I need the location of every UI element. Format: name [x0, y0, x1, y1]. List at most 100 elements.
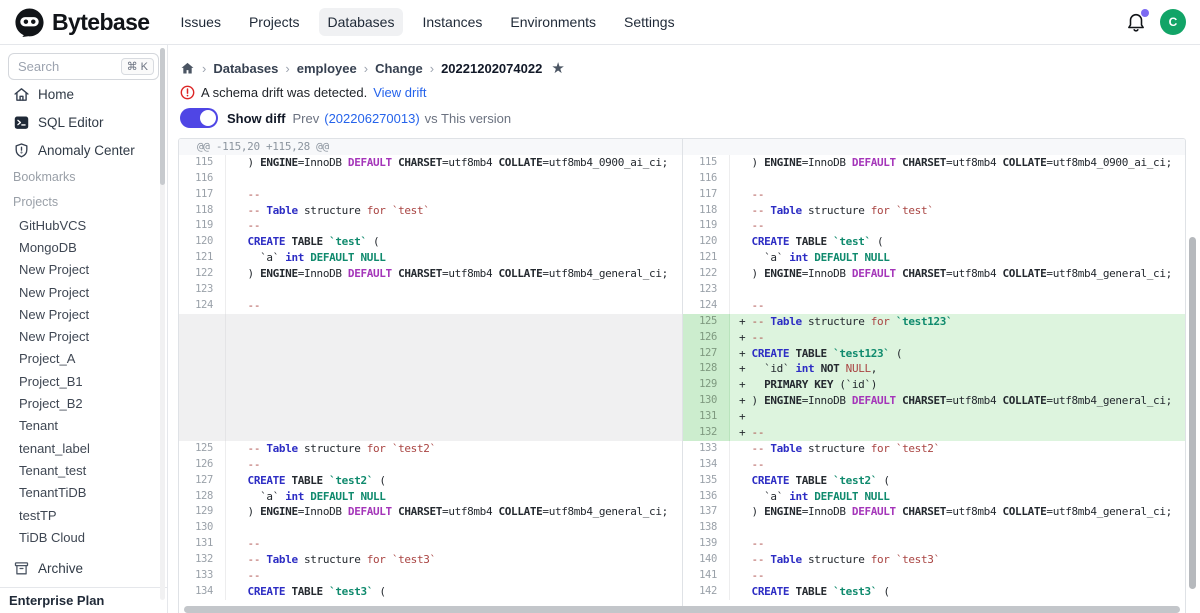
diff-row: 118 -- Table structure for `test` [683, 203, 1185, 219]
bookmark-star-icon[interactable]: ★ [551, 59, 564, 77]
breadcrumb-home-icon[interactable] [180, 61, 195, 76]
code-line: CREATE TABLE `test2` ( [226, 473, 682, 489]
code-line: CREATE TABLE `test3` ( [730, 584, 1185, 600]
code-line [226, 314, 682, 330]
diff-row: 140 -- Table structure for `test3` [683, 552, 1185, 568]
diff-row-filler [179, 393, 682, 409]
sidebar-item-archive[interactable]: Archive [0, 554, 167, 582]
code-line [226, 425, 682, 441]
view-drift-link[interactable]: View drift [373, 85, 426, 100]
search-shortcut-badge: ⌘ K [121, 58, 154, 75]
notifications-button[interactable] [1125, 11, 1147, 33]
sidebar-item-label: Home [38, 87, 74, 102]
diff-row: 135 CREATE TABLE `test2` ( [683, 473, 1185, 489]
sidebar-scrollbar-thumb[interactable] [160, 48, 165, 185]
line-number: 120 [179, 234, 226, 250]
line-number: 125 [683, 314, 730, 330]
show-diff-toggle[interactable] [180, 108, 218, 128]
plan-footer[interactable]: Enterprise Plan [0, 587, 167, 613]
top-navbar: Bytebase Issues Projects Databases Instance… [0, 0, 1200, 45]
sidebar-project-project-b2[interactable]: Project_B2 [0, 392, 167, 414]
notification-badge [1141, 9, 1149, 17]
code-line: ) ENGINE=InnoDB DEFAULT CHARSET=utf8mb4 … [226, 504, 682, 520]
breadcrumb-employee[interactable]: employee [297, 61, 357, 76]
line-number [683, 139, 730, 155]
diff-row: 125 -- Table structure for `test2` [179, 441, 682, 457]
nav-item-environments[interactable]: Environments [501, 8, 605, 36]
code-line [730, 282, 1185, 298]
prev-version-link[interactable]: (202206270013) [324, 111, 419, 126]
avatar[interactable]: C [1160, 9, 1186, 35]
diff-row-added: 131+ [683, 409, 1185, 425]
line-number: 124 [683, 298, 730, 314]
diff-row: 115 ) ENGINE=InnoDB DEFAULT CHARSET=utf8… [683, 155, 1185, 171]
nav-item-instances[interactable]: Instances [413, 8, 491, 36]
code-line [730, 139, 1185, 155]
code-line: `a` int DEFAULT NULL [730, 489, 1185, 505]
sidebar-project-githubvcs[interactable]: GitHubVCS [0, 214, 167, 236]
line-number: 126 [179, 457, 226, 473]
sidebar-project-mongodb[interactable]: MongoDB [0, 236, 167, 258]
sidebar-project-project-b1[interactable]: Project_B1 [0, 370, 167, 392]
diff-row-filler [179, 346, 682, 362]
code-line: -- Table structure for `test2` [226, 441, 682, 457]
line-number: 128 [683, 361, 730, 377]
line-number: 115 [179, 155, 226, 171]
diff-row: 134 CREATE TABLE `test3` ( [179, 584, 682, 600]
diff-row-filler [179, 361, 682, 377]
code-line: -- [226, 568, 682, 584]
nav-item-projects[interactable]: Projects [240, 8, 309, 36]
breadcrumb-databases[interactable]: Databases [213, 61, 278, 76]
sidebar-project-tidb-cloud[interactable]: TiDB Cloud [0, 526, 167, 548]
line-number: 130 [683, 393, 730, 409]
code-line: -- Table structure for `test3` [730, 552, 1185, 568]
code-line: + -- Table structure for `test123` [730, 314, 1185, 330]
sidebar-item-anomaly-center[interactable]: Anomaly Center [0, 136, 167, 164]
sidebar-project-new-project[interactable]: New Project [0, 259, 167, 281]
diff-row: 116 [683, 171, 1185, 187]
diff-row: 133 -- Table structure for `test2` [683, 441, 1185, 457]
projects-section-label: Projects [0, 189, 167, 214]
main-vertical-scrollbar[interactable] [1189, 237, 1196, 589]
sidebar-project-tenant-label[interactable]: tenant_label [0, 437, 167, 459]
sidebar-project-new-project[interactable]: New Project [0, 325, 167, 347]
diff-row-added: 129+ PRIMARY KEY (`id`) [683, 377, 1185, 393]
sidebar-project-project-a[interactable]: Project_A [0, 348, 167, 370]
code-line: + -- [730, 330, 1185, 346]
code-line: + ) ENGINE=InnoDB DEFAULT CHARSET=utf8mb… [730, 393, 1185, 409]
code-line: `a` int DEFAULT NULL [226, 489, 682, 505]
diff-row: 139 -- [683, 536, 1185, 552]
diff-row-added: 132+ -- [683, 425, 1185, 441]
code-line [226, 520, 682, 536]
code-line: -- [226, 187, 682, 203]
sidebar-project-new-project[interactable]: New Project [0, 281, 167, 303]
brand-name: Bytebase [52, 9, 149, 36]
line-number [179, 393, 226, 409]
terminal-icon [13, 114, 30, 131]
line-number: 139 [683, 536, 730, 552]
sidebar-project-testtp[interactable]: testTP [0, 504, 167, 526]
line-number: 124 [179, 298, 226, 314]
nav-item-databases[interactable]: Databases [319, 8, 404, 36]
sidebar-project-tenant-test[interactable]: Tenant_test [0, 459, 167, 481]
vs-label: vs This version [425, 111, 511, 126]
brand[interactable]: Bytebase [14, 7, 149, 38]
code-line: -- [730, 298, 1185, 314]
sidebar-item-sql-editor[interactable]: SQL Editor [0, 108, 167, 136]
diff-horizontal-scrollbar[interactable] [184, 606, 1180, 613]
sidebar-project-new-project[interactable]: New Project [0, 303, 167, 325]
nav-item-settings[interactable]: Settings [615, 8, 684, 36]
search-input[interactable]: Search ⌘ K [8, 53, 159, 80]
sidebar-project-tenanttidb[interactable]: TenantTiDB [0, 482, 167, 504]
line-number: 131 [179, 536, 226, 552]
line-number: 137 [683, 504, 730, 520]
sidebar-project-tenant[interactable]: Tenant [0, 415, 167, 437]
line-number: 142 [683, 584, 730, 600]
hunk-header: @@ -115,20 +115,28 @@ [179, 139, 329, 155]
breadcrumb-change[interactable]: Change [375, 61, 423, 76]
diff-row: 142 CREATE TABLE `test3` ( [683, 584, 1185, 600]
sidebar-item-home[interactable]: Home [0, 80, 167, 108]
nav-item-issues[interactable]: Issues [171, 8, 229, 36]
code-line: -- [730, 457, 1185, 473]
code-line [226, 171, 682, 187]
